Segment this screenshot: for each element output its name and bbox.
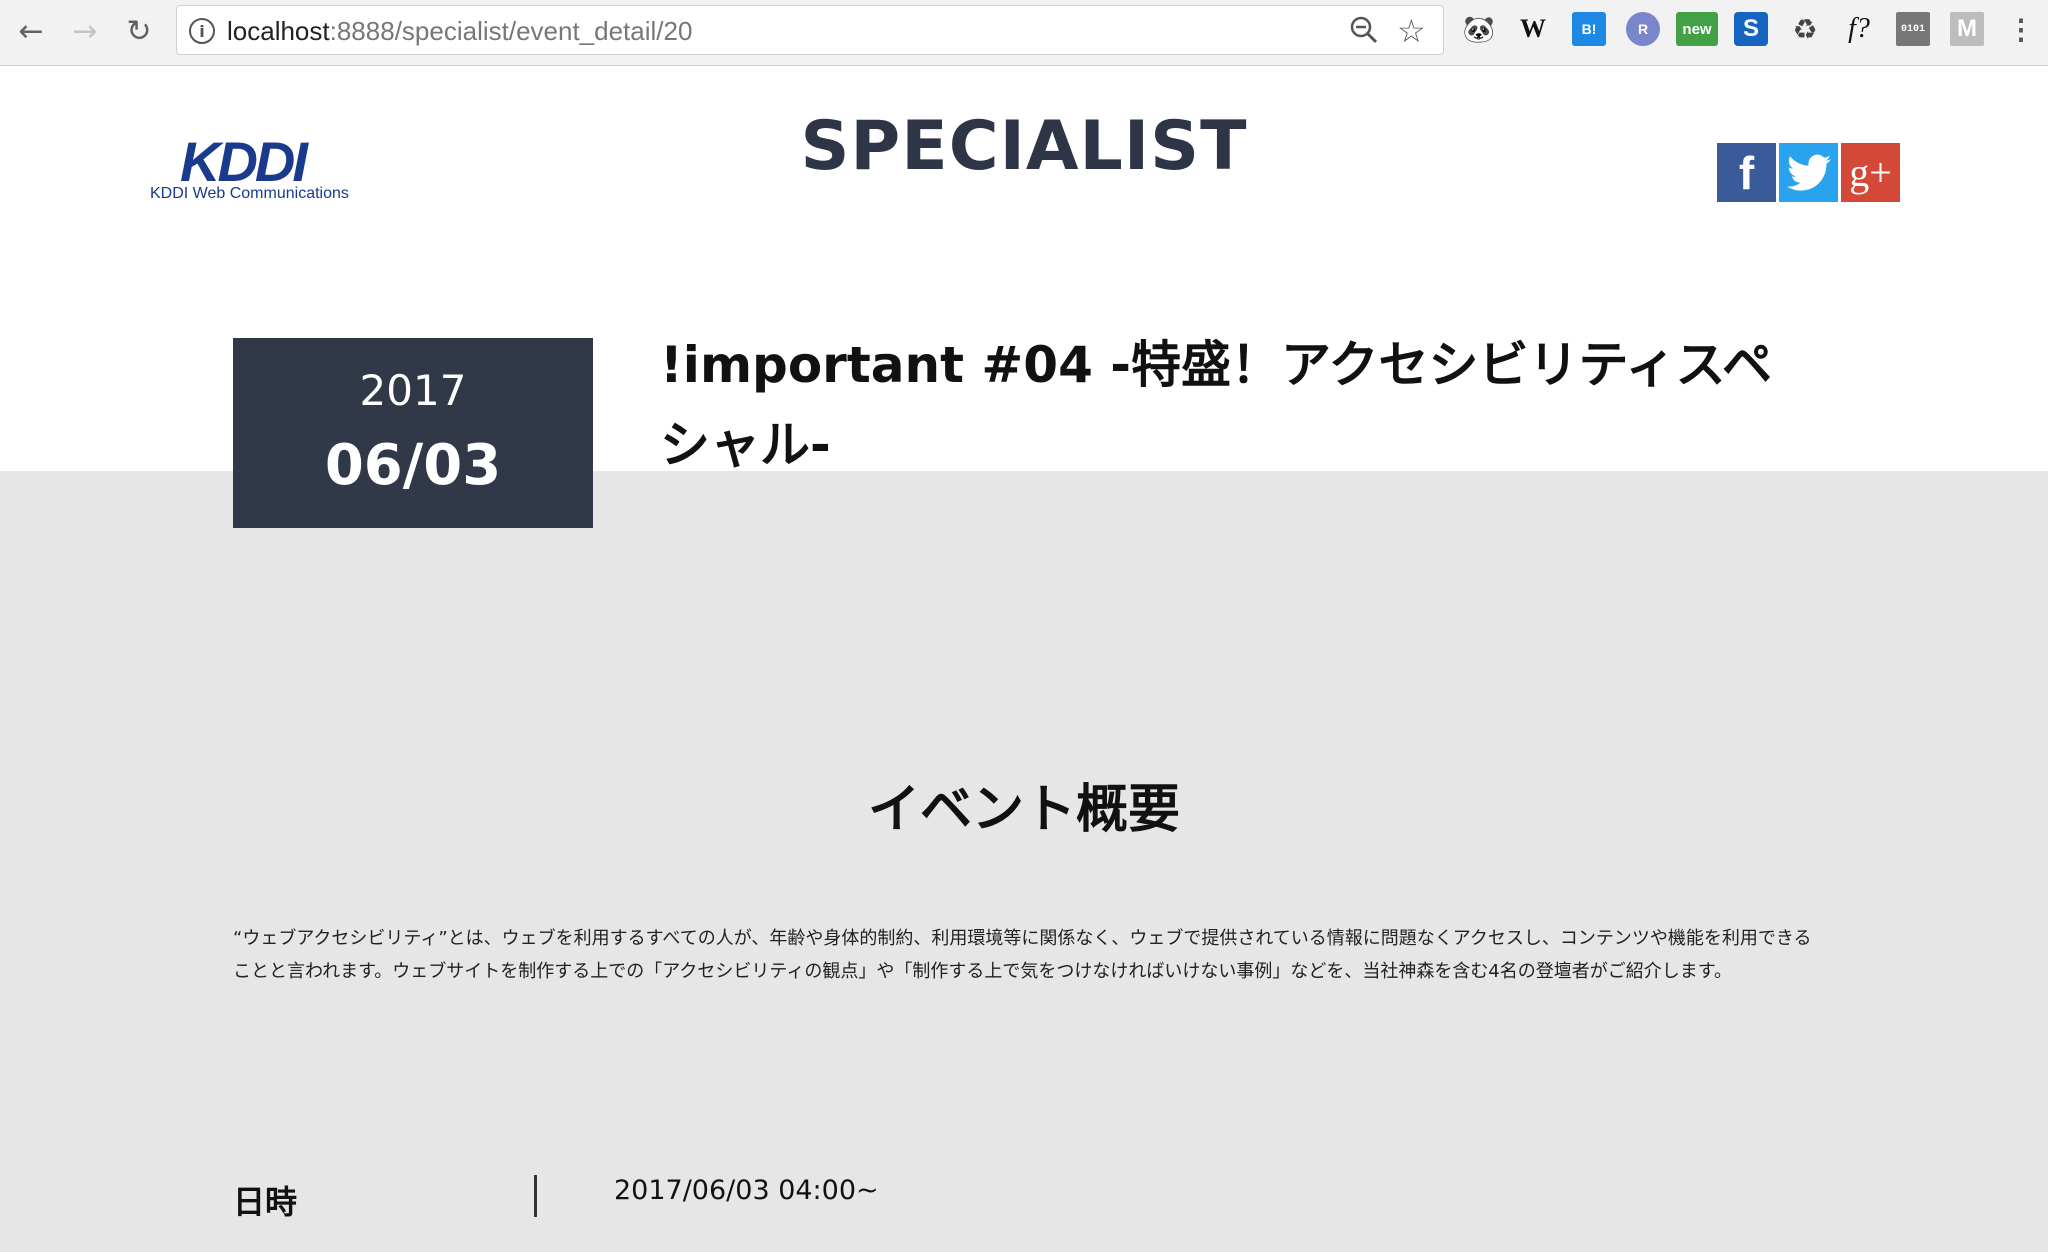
forward-button[interactable]: → — [64, 10, 106, 52]
reload-icon: ↻ — [126, 13, 152, 49]
info-icon[interactable]: i — [189, 18, 215, 44]
menu-icon[interactable]: ⋮ — [2004, 12, 2038, 46]
twitter-share-button[interactable] — [1779, 143, 1838, 202]
wikipedia-extension-icon[interactable]: W — [1516, 12, 1550, 46]
panda-extension-icon[interactable]: 🐼 — [1462, 12, 1496, 46]
overview-heading: イベント概要 — [867, 780, 1180, 840]
detail-divider — [534, 1175, 537, 1217]
twitter-icon — [1786, 154, 1831, 191]
facebook-share-button[interactable]: f — [1717, 143, 1776, 202]
facebook-icon: f — [1738, 146, 1755, 199]
zoom-icon[interactable] — [1349, 15, 1379, 52]
reload-button[interactable]: ↻ — [118, 10, 160, 52]
star-icon[interactable]: ☆ — [1397, 12, 1426, 50]
google-plus-icon: g+ — [1849, 150, 1892, 195]
new-extension-icon[interactable]: new — [1676, 12, 1718, 46]
event-date-badge: 2017 06/03 — [233, 338, 593, 528]
detail-label-datetime: 日時 — [233, 1183, 298, 1221]
f-question-extension-icon[interactable]: f? — [1842, 12, 1876, 46]
google-plus-share-button[interactable]: g+ — [1841, 143, 1900, 202]
r-extension-icon[interactable]: R — [1626, 12, 1660, 46]
page: KDDI KDDI Web Communications SPECIALIST … — [0, 67, 2048, 1252]
arrow-left-icon: ← — [18, 13, 44, 49]
url-text[interactable]: localhost:8888/specialist/event_detail/2… — [227, 16, 692, 47]
content-area — [0, 471, 2048, 1252]
address-bar[interactable]: i localhost:8888/specialist/event_detail… — [176, 5, 1444, 55]
browser-toolbar: ← → ↻ i localhost:8888/specialist/event_… — [0, 0, 2048, 66]
detail-value-datetime: 2017/06/03 04:00~ — [614, 1175, 879, 1206]
overview-description: “ウェブアクセシビリティ”とは、ウェブを利用するすべての人が、年齢や身体的制約、… — [233, 928, 1812, 982]
event-month-day: 06/03 — [324, 433, 502, 498]
event-title: !important #04 -特盛！アクセシビリティスペシャル- — [660, 336, 1773, 474]
arrow-right-icon: → — [72, 13, 98, 49]
m-extension-icon[interactable]: M — [1950, 12, 1984, 46]
binary-extension-icon[interactable]: 0101 — [1896, 12, 1930, 46]
recycle-extension-icon[interactable]: ♻ — [1788, 12, 1822, 46]
back-button[interactable]: ← — [10, 10, 52, 52]
bookmark-extension-icon[interactable]: B! — [1572, 12, 1606, 46]
event-year: 2017 — [359, 366, 467, 415]
s-extension-icon[interactable]: S — [1734, 12, 1768, 46]
logo-caption: KDDI Web Communications — [150, 185, 349, 202]
